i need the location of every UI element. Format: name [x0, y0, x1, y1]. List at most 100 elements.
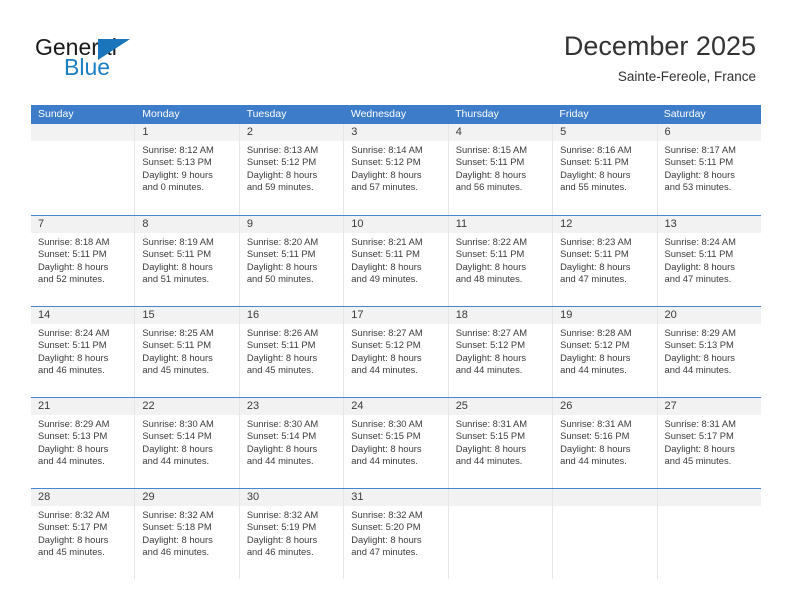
weekday-header-tuesday: Tuesday [246, 108, 287, 120]
daylight-text-line2: and 49 minutes. [351, 273, 418, 285]
day-cell[interactable]: 2 Sunrise: 8:13 AM Sunset: 5:12 PM Daylight… [239, 124, 345, 215]
day-cell[interactable]: 18 Sunrise: 8:27 AM Sunset: 5:12 PM Dayligh… [448, 307, 554, 397]
sunrise-text: Sunrise: 8:13 AM [246, 144, 319, 155]
day-cell[interactable]: 14 Sunrise: 8:24 AM Sunset: 5:11 PM Dayligh… [31, 307, 136, 397]
day-cell[interactable]: 4 Sunrise: 8:15 AM Sunset: 5:11 PM Daylight… [448, 124, 554, 215]
sunrise-text: Sunrise: 8:31 AM [455, 418, 528, 429]
day-number: 23 [239, 398, 344, 415]
day-cell[interactable]: 1 Sunrise: 8:12 AM Sunset: 5:13 PM Daylight… [135, 124, 240, 215]
day-cell[interactable]: 16 Sunrise: 8:26 AM Sunset: 5:11 PM Dayligh… [239, 307, 345, 397]
day-number: 8 [135, 216, 239, 233]
sunset-text: Sunset: 5:13 PM [142, 156, 212, 168]
daylight-text-line1: Daylight: 8 hours [560, 168, 631, 180]
day-number: 31 [344, 489, 448, 506]
daylight-text-line2: and 45 minutes. [246, 364, 314, 376]
sunrise-text: Sunrise: 8:27 AM [455, 327, 528, 338]
sunset-text: Sunset: 5:20 PM [351, 521, 421, 533]
calendar-week-row: 21 Sunrise: 8:29 AM Sunset: 5:13 PM Dayligh… [31, 397, 761, 488]
sunset-text: Sunset: 5:15 PM [455, 430, 525, 442]
day-number: 10 [344, 216, 448, 233]
daylight-text-line1: Daylight: 8 hours [246, 442, 318, 454]
daylight-text-line1: Daylight: 8 hours [351, 442, 422, 454]
sunset-text: Sunset: 5:14 PM [246, 430, 317, 442]
day-number: 21 [31, 398, 135, 415]
day-number: 14 [31, 307, 135, 324]
day-number: 6 [657, 124, 761, 141]
day-cell[interactable]: 19 Sunrise: 8:28 AM Sunset: 5:12 PM Dayligh… [553, 307, 658, 397]
day-info: Sunrise: 8:30 AM Sunset: 5:14 PM Daylight:… [240, 415, 343, 468]
day-cell[interactable]: 27 Sunrise: 8:31 AM Sunset: 5:17 PM Dayligh… [657, 398, 761, 488]
day-info: Sunrise: 8:14 AM Sunset: 5:12 PM Daylight:… [344, 141, 447, 194]
daylight-text-line2: and 57 minutes. [351, 181, 418, 193]
day-cell[interactable]: 23 Sunrise: 8:30 AM Sunset: 5:14 PM Dayligh… [239, 398, 345, 488]
day-cell[interactable]: 5 Sunrise: 8:16 AM Sunset: 5:11 PM Daylight… [553, 124, 658, 215]
day-number: 13 [657, 216, 761, 233]
sunrise-text: Sunrise: 8:24 AM [38, 327, 110, 338]
day-cell[interactable]: 15 Sunrise: 8:25 AM Sunset: 5:11 PM Dayligh… [135, 307, 240, 397]
day-cell[interactable]: 31 Sunrise: 8:32 AM Sunset: 5:20 PM Dayligh… [344, 489, 449, 579]
day-cell[interactable]: 8 Sunrise: 8:19 AM Sunset: 5:11 PM Daylight… [135, 216, 240, 306]
daylight-text-line1: Daylight: 8 hours [351, 533, 422, 545]
sunrise-text: Sunrise: 8:12 AM [142, 144, 214, 155]
day-cell[interactable]: 29 Sunrise: 8:32 AM Sunset: 5:18 PM Dayligh… [135, 489, 240, 579]
calendar-page: General Blue December 2025 Sainte-Fereol… [0, 0, 792, 612]
sunrise-text: Sunrise: 8:31 AM [560, 418, 632, 429]
day-cell[interactable]: 10 Sunrise: 8:21 AM Sunset: 5:11 PM Dayligh… [344, 216, 449, 306]
daylight-text-line2: and 44 minutes. [455, 455, 523, 467]
day-info: Sunrise: 8:27 AM Sunset: 5:12 PM Daylight:… [449, 324, 552, 377]
sunset-text: Sunset: 5:11 PM [455, 156, 525, 168]
daylight-text-line1: Daylight: 8 hours [455, 168, 527, 180]
calendar-week-row: 7 Sunrise: 8:18 AM Sunset: 5:11 PM Daylight… [31, 215, 761, 306]
day-cell[interactable]: 22 Sunrise: 8:30 AM Sunset: 5:14 PM Dayligh… [135, 398, 240, 488]
daylight-text-line2: and 44 minutes. [560, 455, 627, 467]
day-cell[interactable]: 7 Sunrise: 8:18 AM Sunset: 5:11 PM Daylight… [31, 216, 136, 306]
daylight-text-line2: and 45 minutes. [664, 455, 732, 467]
daylight-text-line2: and 44 minutes. [455, 364, 523, 376]
day-cell[interactable]: 9 Sunrise: 8:20 AM Sunset: 5:11 PM Daylight… [239, 216, 345, 306]
day-cell[interactable]: 28 Sunrise: 8:32 AM Sunset: 5:17 PM Dayligh… [31, 489, 136, 579]
sunrise-text: Sunrise: 8:27 AM [351, 327, 423, 338]
day-number: 7 [31, 216, 135, 233]
daylight-text-line1: Daylight: 9 hours [142, 168, 213, 180]
sunrise-text: Sunrise: 8:21 AM [351, 236, 423, 247]
day-cell[interactable]: 20 Sunrise: 8:29 AM Sunset: 5:13 PM Dayligh… [657, 307, 761, 397]
daylight-text-line1: Daylight: 8 hours [560, 442, 631, 454]
day-cell[interactable]: 12 Sunrise: 8:23 AM Sunset: 5:11 PM Dayligh… [553, 216, 658, 306]
calendar-week-row: 14 Sunrise: 8:24 AM Sunset: 5:11 PM Dayligh… [31, 306, 761, 397]
day-cell[interactable]: 13 Sunrise: 8:24 AM Sunset: 5:11 PM Dayligh… [657, 216, 761, 306]
day-cell[interactable]: 6 Sunrise: 8:17 AM Sunset: 5:11 PM Daylight… [657, 124, 761, 215]
day-info: Sunrise: 8:31 AM Sunset: 5:17 PM Daylight:… [658, 415, 761, 468]
daylight-text-line1: Daylight: 8 hours [142, 533, 213, 545]
sunrise-text: Sunrise: 8:23 AM [560, 236, 632, 247]
sunset-text: Sunset: 5:18 PM [142, 521, 212, 533]
day-number [657, 489, 761, 506]
day-number: 2 [239, 124, 344, 141]
daylight-text-line1: Daylight: 8 hours [560, 351, 631, 363]
day-cell[interactable]: 11 Sunrise: 8:22 AM Sunset: 5:11 PM Dayligh… [448, 216, 554, 306]
daylight-text-line2: and 59 minutes. [246, 181, 314, 193]
day-cell[interactable]: 25 Sunrise: 8:31 AM Sunset: 5:15 PM Dayligh… [448, 398, 554, 488]
sunset-text: Sunset: 5:12 PM [455, 339, 525, 351]
day-cell[interactable]: 3 Sunrise: 8:14 AM Sunset: 5:12 PM Daylight… [344, 124, 449, 215]
day-cell[interactable]: 26 Sunrise: 8:31 AM Sunset: 5:16 PM Dayligh… [553, 398, 658, 488]
day-cell[interactable]: 24 Sunrise: 8:30 AM Sunset: 5:15 PM Dayligh… [344, 398, 449, 488]
general-blue-logo[interactable]: General Blue [35, 36, 225, 88]
sunrise-text: Sunrise: 8:30 AM [142, 418, 214, 429]
day-cell[interactable]: 21 Sunrise: 8:29 AM Sunset: 5:13 PM Dayligh… [31, 398, 136, 488]
day-number: 9 [239, 216, 344, 233]
daylight-text-line1: Daylight: 8 hours [455, 260, 527, 272]
day-cell[interactable]: 17 Sunrise: 8:27 AM Sunset: 5:12 PM Dayligh… [344, 307, 449, 397]
day-info: Sunrise: 8:20 AM Sunset: 5:11 PM Daylight:… [240, 233, 343, 286]
daylight-text-line1: Daylight: 8 hours [351, 168, 422, 180]
sunrise-text: Sunrise: 8:16 AM [560, 144, 632, 155]
day-info: Sunrise: 8:18 AM Sunset: 5:11 PM Daylight:… [31, 233, 134, 286]
day-number [553, 489, 657, 506]
weekday-header-friday: Friday [559, 108, 589, 120]
sunset-text: Sunset: 5:11 PM [38, 248, 107, 260]
day-number: 12 [553, 216, 657, 233]
sunrise-text: Sunrise: 8:19 AM [142, 236, 214, 247]
day-number: 30 [239, 489, 344, 506]
daylight-text-line1: Daylight: 8 hours [38, 260, 109, 272]
day-cell[interactable]: 30 Sunrise: 8:32 AM Sunset: 5:19 PM Dayligh… [239, 489, 345, 579]
daylight-text-line1: Daylight: 8 hours [142, 442, 213, 454]
